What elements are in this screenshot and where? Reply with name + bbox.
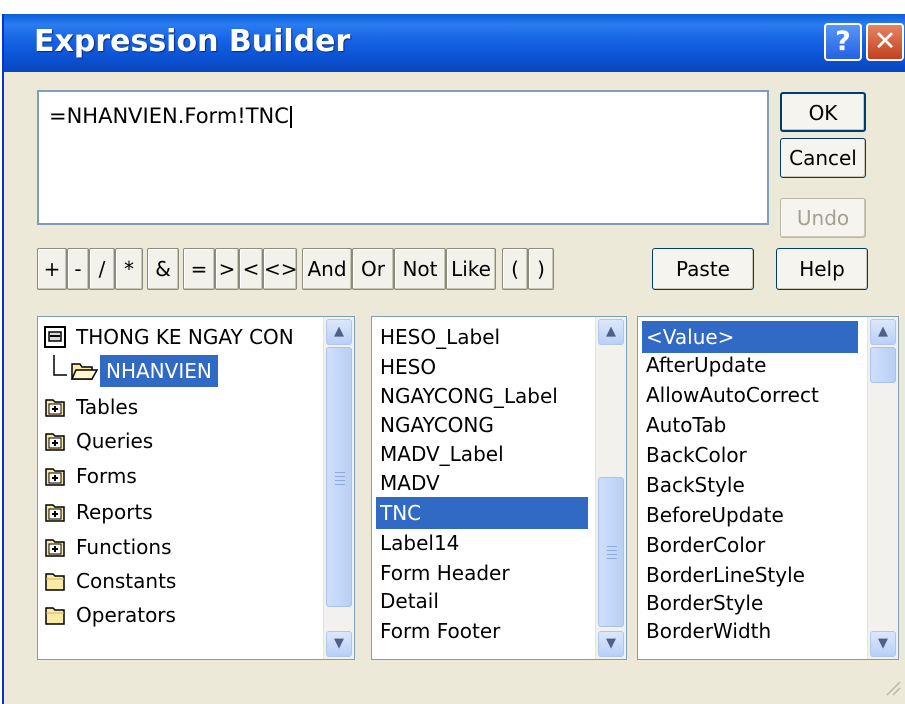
minus-operator-button[interactable]: -: [67, 248, 89, 290]
tree-label: Functions: [76, 535, 172, 559]
title-bar[interactable]: Expression Builder ? ✕: [4, 14, 905, 72]
multiply-operator-button[interactable]: *: [115, 248, 143, 290]
expand-icon[interactable]: [44, 500, 66, 532]
database-name: THONG KE NGAY CON: [76, 325, 294, 349]
list-item[interactable]: Detail: [376, 585, 443, 617]
property-list[interactable]: <Value> AfterUpdate AllowAutoCorrect Aut…: [637, 316, 899, 660]
property-list-scrollbar[interactable]: ▲ ▼: [867, 317, 898, 659]
scroll-down-icon[interactable]: ▼: [870, 631, 896, 657]
and-operator-button[interactable]: And: [302, 248, 352, 290]
folder-icon: [44, 569, 66, 601]
list-item[interactable]: Label14: [376, 527, 463, 559]
control-list[interactable]: HESO_Label HESO NGAYCONG_Label NGAYCONG …: [371, 316, 627, 660]
not-operator-button[interactable]: Not: [394, 248, 446, 290]
tree-label: Constants: [76, 569, 177, 593]
tree-label: Forms: [76, 464, 137, 488]
ok-button[interactable]: OK: [780, 92, 866, 132]
scroll-thumb[interactable]: [870, 347, 896, 383]
scroll-up-icon[interactable]: ▲: [326, 319, 352, 345]
tree-label: Queries: [76, 429, 154, 453]
close-paren-button[interactable]: ): [528, 248, 554, 290]
folder-icon: [44, 603, 66, 635]
scroll-up-icon[interactable]: ▲: [598, 319, 624, 345]
expression-builder-dialog: Expression Builder ? ✕ =NHANVIEN.Form!TN…: [2, 14, 905, 704]
list-item[interactable]: BackStyle: [642, 469, 749, 501]
object-tree[interactable]: THONG KE NGAY CON NHANVIEN Tables Querie…: [37, 316, 355, 660]
tree-child[interactable]: NHANVIEN: [38, 355, 338, 387]
tree-root[interactable]: THONG KE NGAY CON: [38, 321, 338, 353]
expand-icon[interactable]: [44, 535, 66, 567]
like-operator-button[interactable]: Like: [446, 248, 496, 290]
open-paren-button[interactable]: (: [502, 248, 528, 290]
list-item[interactable]: BorderColor: [642, 529, 769, 561]
list-item[interactable]: AutoTab: [642, 409, 730, 441]
open-folder-icon: [70, 359, 99, 391]
tree-label: Operators: [76, 603, 176, 627]
list-item-selected[interactable]: TNC: [376, 497, 588, 529]
resize-grip-icon[interactable]: [883, 678, 901, 696]
list-item[interactable]: AllowAutoCorrect: [642, 379, 823, 411]
paste-button[interactable]: Paste: [652, 248, 754, 290]
list-item[interactable]: AfterUpdate: [642, 349, 770, 381]
list-item[interactable]: BackColor: [642, 439, 751, 471]
cancel-button[interactable]: Cancel: [780, 138, 866, 178]
expand-icon[interactable]: [44, 395, 66, 427]
ampersand-operator-button[interactable]: &: [147, 248, 179, 290]
list-item[interactable]: NGAYCONG: [376, 409, 498, 441]
tree-label: Reports: [76, 500, 153, 524]
scroll-down-icon[interactable]: ▼: [326, 631, 352, 657]
scroll-thumb[interactable]: [598, 477, 624, 627]
help-button[interactable]: Help: [776, 248, 868, 290]
or-operator-button[interactable]: Or: [352, 248, 394, 290]
list-item[interactable]: HESO_Label: [376, 321, 504, 353]
greater-than-operator-button[interactable]: >: [215, 248, 239, 290]
expression-input[interactable]: =NHANVIEN.Form!TNC: [37, 90, 769, 225]
expand-icon[interactable]: [44, 464, 66, 496]
collapse-icon[interactable]: [44, 325, 66, 357]
undo-button[interactable]: Undo: [780, 198, 866, 238]
expression-value: =NHANVIEN.Form!TNC: [49, 104, 292, 128]
window-title: Expression Builder: [34, 24, 351, 59]
list-item[interactable]: HESO: [376, 351, 440, 383]
close-icon[interactable]: ✕: [866, 23, 904, 61]
tree-label: Tables: [76, 395, 139, 419]
not-equal-operator-button[interactable]: <>: [263, 248, 298, 290]
list-item[interactable]: BorderWidth: [642, 615, 775, 647]
scroll-up-icon[interactable]: ▲: [870, 319, 896, 345]
plus-operator-button[interactable]: +: [37, 248, 67, 290]
equals-operator-button[interactable]: =: [183, 248, 215, 290]
text-caret: [289, 106, 292, 128]
list-item[interactable]: Form Footer: [376, 615, 504, 647]
expand-icon[interactable]: [44, 429, 66, 461]
list-item[interactable]: BeforeUpdate: [642, 499, 788, 531]
help-icon[interactable]: ?: [824, 23, 862, 61]
less-than-operator-button[interactable]: <: [239, 248, 263, 290]
form-name: NHANVIEN: [100, 355, 218, 387]
control-list-scrollbar[interactable]: ▲ ▼: [595, 317, 626, 659]
list-item[interactable]: NGAYCONG_Label: [376, 380, 562, 412]
tree-connector: [52, 355, 68, 388]
divide-operator-button[interactable]: /: [89, 248, 115, 290]
scroll-thumb[interactable]: [326, 347, 352, 607]
scroll-down-icon[interactable]: ▼: [598, 631, 624, 657]
list-item[interactable]: MADV: [376, 467, 444, 499]
list-item[interactable]: MADV_Label: [376, 438, 508, 470]
tree-scrollbar[interactable]: ▲ ▼: [323, 317, 354, 659]
